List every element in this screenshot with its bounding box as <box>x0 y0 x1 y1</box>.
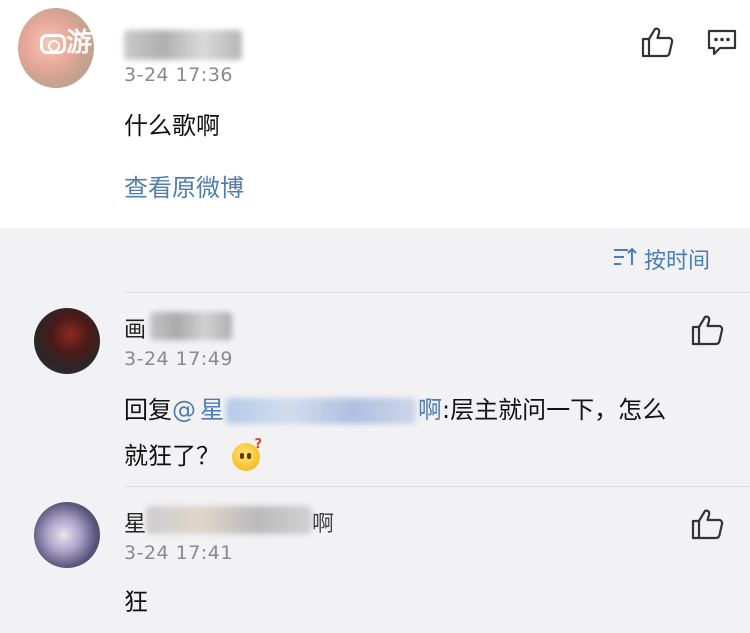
thumbs-up-icon[interactable] <box>690 508 724 540</box>
avatar[interactable] <box>34 308 100 374</box>
watermark-icon <box>40 34 66 54</box>
reply-list: 画 3-24 17:49 回复@ 星啊:层主就问一下，怎么 就狂了？? 星 啊 3… <box>0 292 750 633</box>
mention-visible-end[interactable]: 啊 <box>418 396 442 424</box>
username-visible-part[interactable]: 星 <box>124 506 146 538</box>
reply-timestamp: 3-24 17:41 <box>124 542 233 564</box>
username-visible-part[interactable]: 画 <box>124 312 146 344</box>
sort-label: 按时间 <box>644 249 711 274</box>
username-blurred[interactable] <box>150 312 232 340</box>
thumbs-up-icon[interactable] <box>640 26 674 58</box>
mention-at[interactable]: @ <box>172 396 196 424</box>
top-comment-card: 游明星 3-24 17:36 什么歌啊 查看原微博 <box>0 0 750 228</box>
mention-visible-start[interactable]: 星 <box>200 396 224 424</box>
divider <box>124 292 750 293</box>
mention-blurred[interactable] <box>226 398 416 424</box>
reply-text: 回复@ 星 啊:层主就问一下，怎么 <box>124 390 666 425</box>
comment-timestamp: 3-24 17:36 <box>124 64 233 86</box>
reply-text-continued: 就狂了？? <box>124 436 262 471</box>
reply-body: 狂 <box>124 588 148 616</box>
thumbs-up-icon[interactable] <box>690 314 724 346</box>
username-visible-end[interactable]: 啊 <box>312 506 334 538</box>
divider <box>124 486 750 487</box>
view-original-weibo-link[interactable]: 查看原微博 <box>124 168 244 203</box>
avatar[interactable] <box>34 502 100 568</box>
reply-body: :层主就问一下，怎么 <box>442 396 667 424</box>
comment-text: 什么歌啊 <box>124 112 220 140</box>
message-icon[interactable] <box>706 28 738 56</box>
thinking-face-emoji: ? <box>232 437 262 471</box>
reply-timestamp: 3-24 17:49 <box>124 348 233 370</box>
reply-body-line2: 就狂了？ <box>124 442 220 470</box>
reply-prefix: 回复 <box>124 396 172 424</box>
username-blurred[interactable] <box>146 506 312 534</box>
username-blurred[interactable] <box>124 30 242 60</box>
sort-icon <box>612 246 644 272</box>
sort-by-time-button[interactable]: 按时间 <box>612 244 710 274</box>
